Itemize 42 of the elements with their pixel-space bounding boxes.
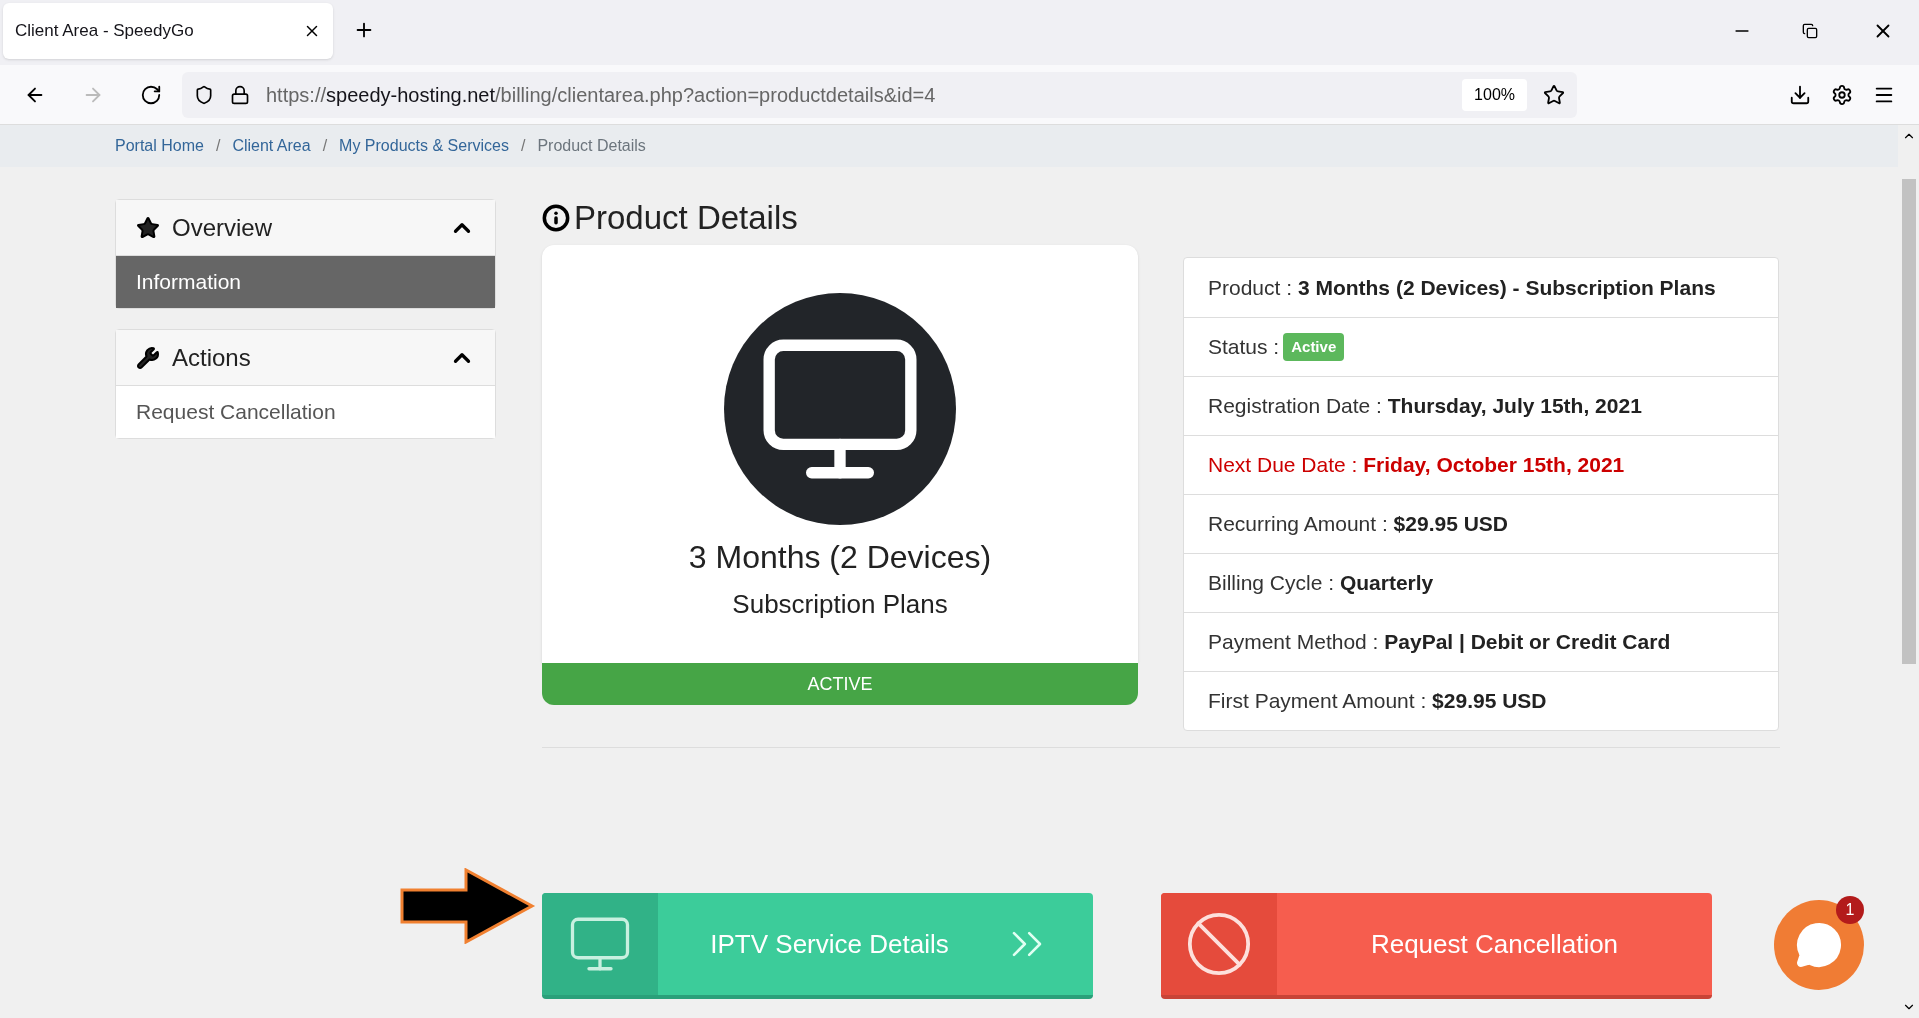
product-name: 3 Months (2 Devices) xyxy=(688,538,992,577)
info-icon xyxy=(542,204,570,232)
breadcrumb-link[interactable]: Portal Home xyxy=(115,134,204,158)
breadcrumb-separator: / xyxy=(519,136,527,156)
settings-icon[interactable] xyxy=(1831,83,1853,106)
detail-text: First Payment Amount : $29.95 USD xyxy=(1208,688,1547,715)
detail-text: Billing Cycle : Quarterly xyxy=(1208,570,1434,597)
notification-badge: 1 xyxy=(1836,896,1864,924)
status-badge: Active xyxy=(1283,332,1345,362)
shield-icon xyxy=(194,84,214,105)
detail-label: Status : xyxy=(1208,334,1280,361)
detail-text: Recurring Amount : $29.95 USD xyxy=(1208,511,1508,538)
breadcrumb-current: Product Details xyxy=(537,136,646,156)
restore-icon[interactable] xyxy=(1802,23,1818,39)
panel-title: Actions xyxy=(172,342,252,373)
detail-text: Product : 3 Months (2 Devices) - Subscription Plans xyxy=(1208,274,1716,301)
breadcrumb-link[interactable]: Client Area xyxy=(232,134,311,158)
zoom-level[interactable]: 100% xyxy=(1462,78,1527,111)
scrollbar-thumb[interactable] xyxy=(1901,179,1916,664)
panel-header[interactable]: Actions xyxy=(116,330,495,386)
panel-header[interactable]: Overview xyxy=(116,200,495,256)
status-bar: ACTIVE xyxy=(542,663,1138,705)
product-group: Subscription Plans xyxy=(732,585,948,624)
browser-tab[interactable]: Client Area - SpeedyGo xyxy=(3,3,333,59)
reload-icon[interactable] xyxy=(140,83,162,106)
lock-icon xyxy=(230,84,250,105)
detail-text: Payment Method : PayPal | Debit or Credit Card xyxy=(1208,629,1671,656)
detail-text: Registration Date : Thursday, July 15th, 2021 xyxy=(1208,393,1642,420)
chat-icon xyxy=(1795,921,1843,969)
breadcrumb-separator: / xyxy=(321,136,329,156)
panel-title: Overview xyxy=(172,212,274,243)
download-icon[interactable] xyxy=(1789,83,1811,106)
wrench-icon xyxy=(136,345,160,370)
address-bar[interactable]: https://speedy-hosting.net/billing/clientarea.php?action=productdetails&id=4 100% xyxy=(182,71,1577,118)
sidebar-item[interactable]: Information xyxy=(116,256,495,308)
breadcrumb-link[interactable]: My Products & Services xyxy=(339,134,509,158)
page-title: Product Details xyxy=(574,198,798,239)
detail-text: Next Due Date : Friday, October 15th, 2021 xyxy=(1208,452,1625,479)
star-icon xyxy=(136,215,160,240)
breadcrumb-separator: / xyxy=(214,136,222,156)
bookmark-star-icon[interactable] xyxy=(1543,83,1565,106)
url-text: https://speedy-hosting.net/billing/clientarea.php?action=productdetails&id=4 xyxy=(266,82,936,108)
